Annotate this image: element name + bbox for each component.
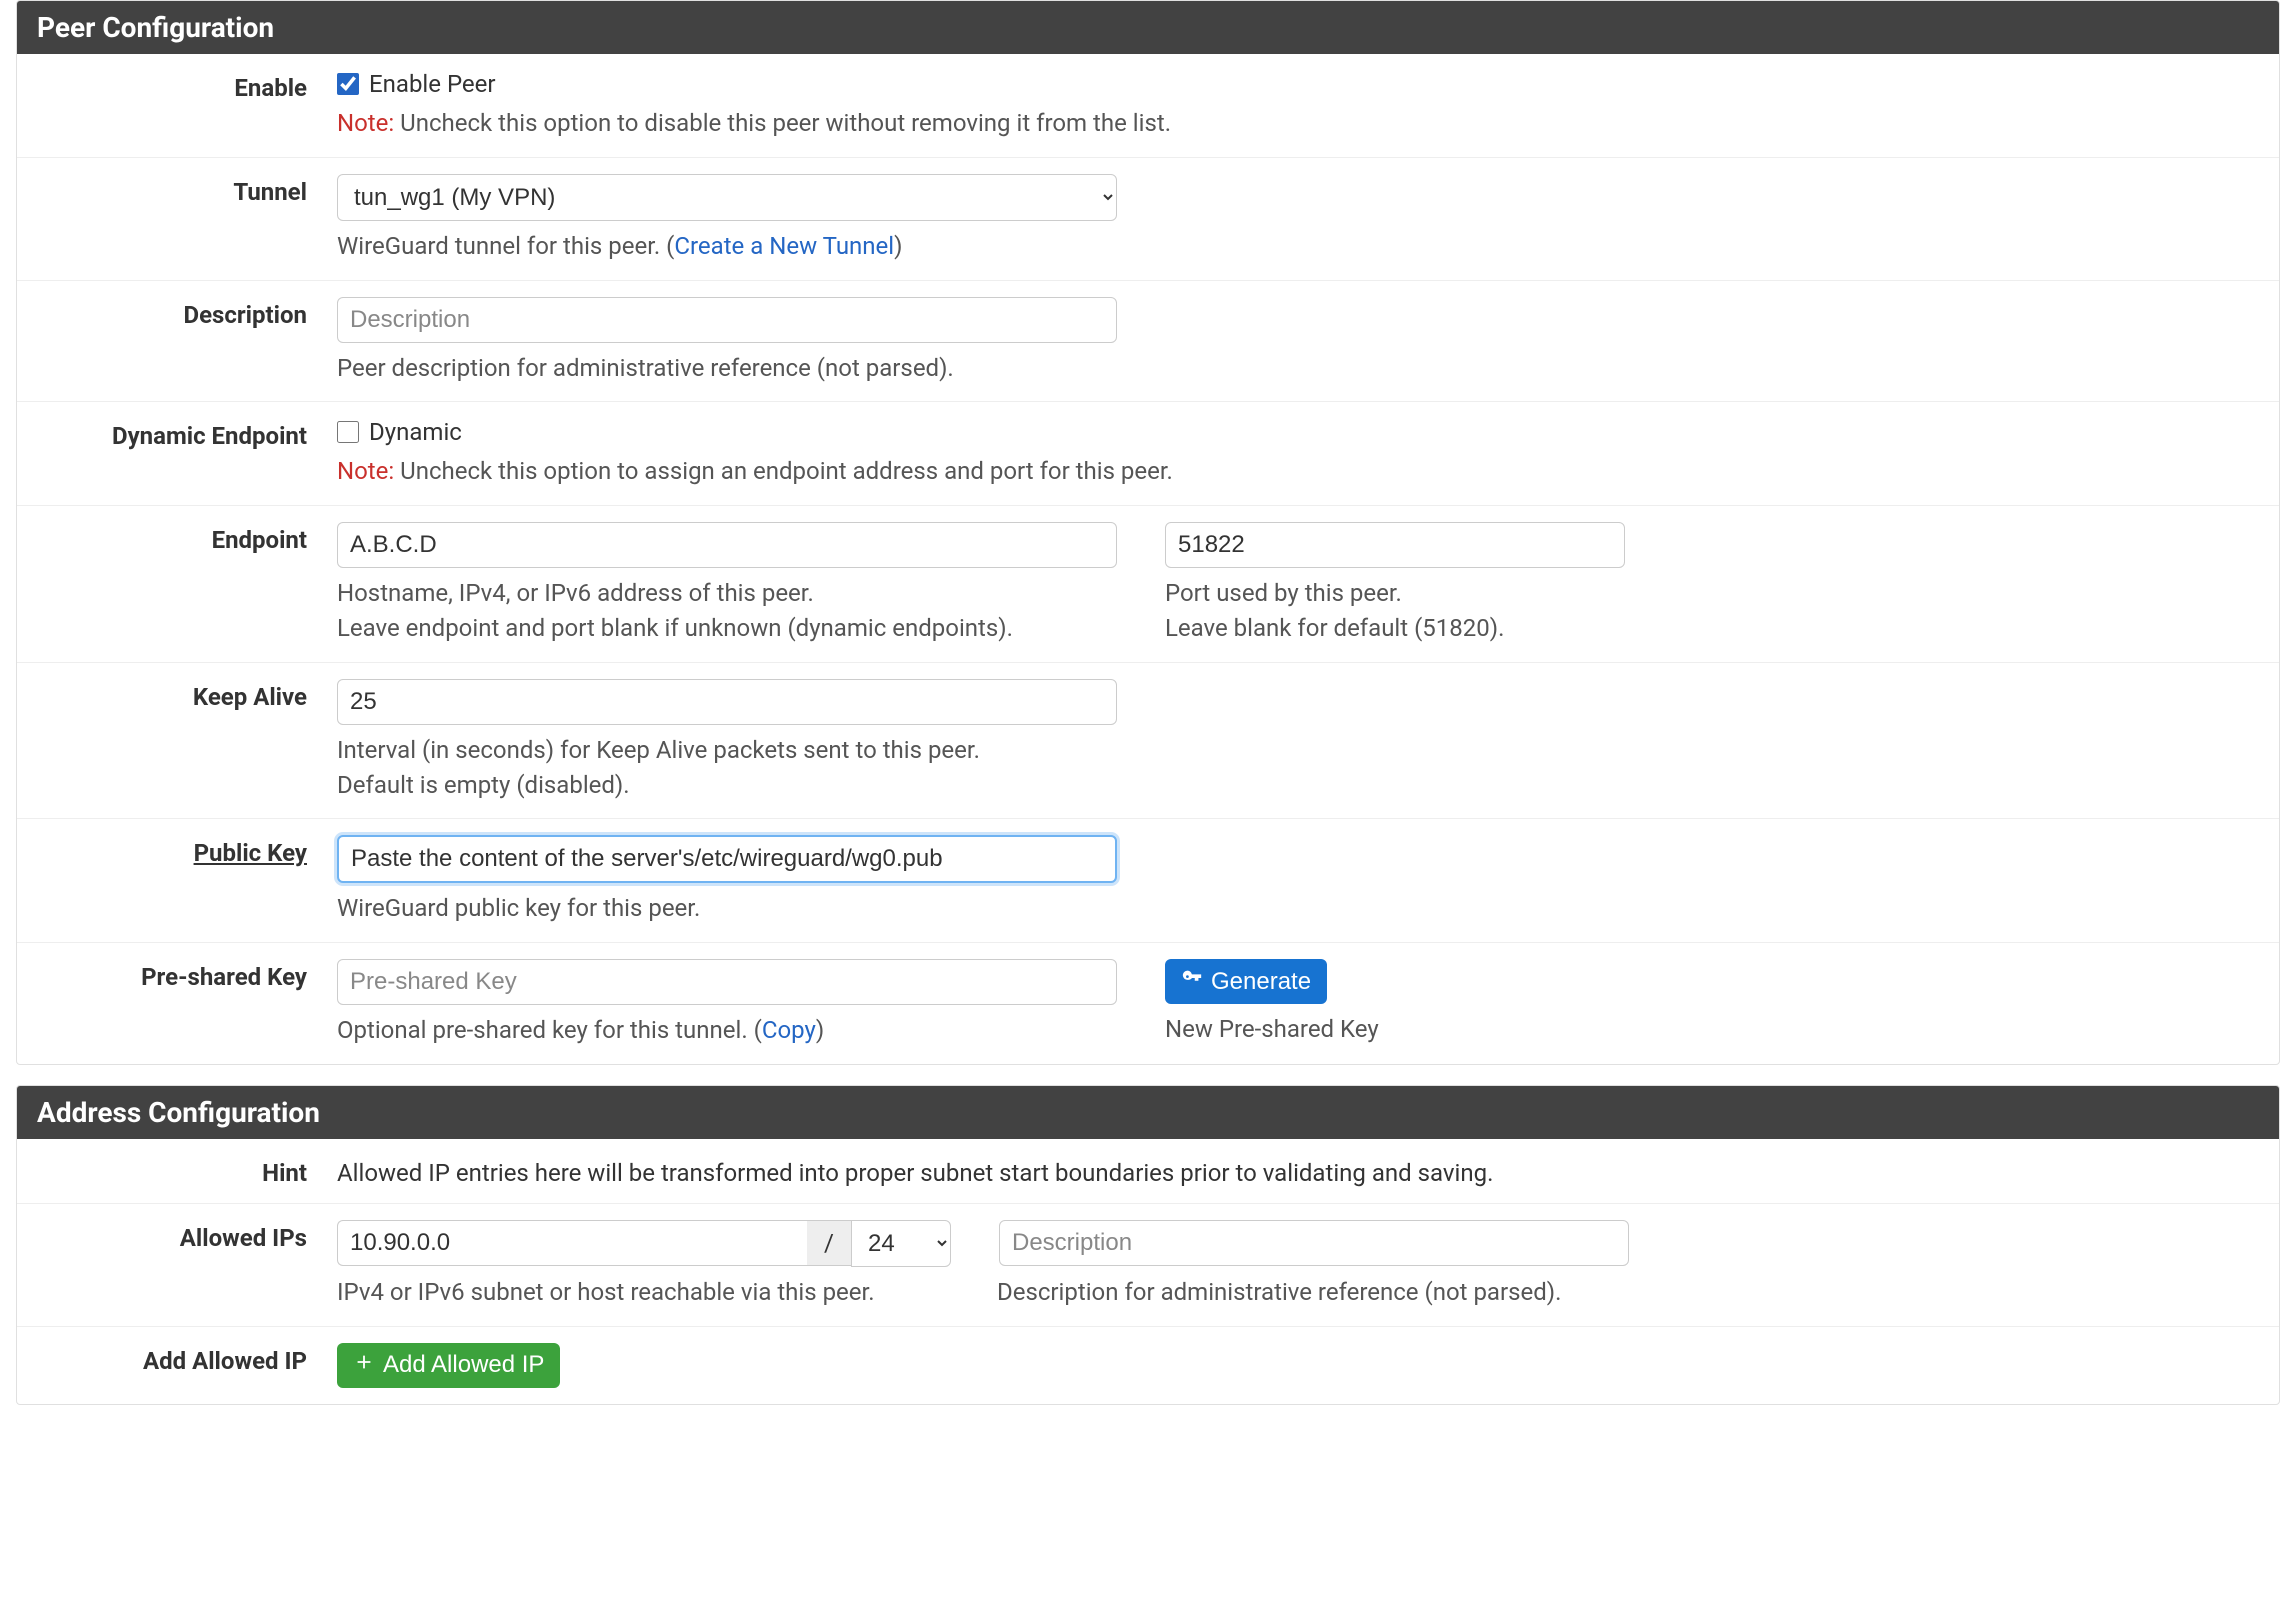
tunnel-help-prefix: WireGuard tunnel for this peer. ( — [337, 232, 674, 260]
row-add-allowed-ip: Add Allowed IP Add Allowed IP — [17, 1327, 2279, 1404]
generate-psk-button[interactable]: Generate — [1165, 959, 1327, 1004]
allowed-ip-slash: / — [807, 1220, 851, 1266]
label-endpoint: Endpoint — [17, 522, 337, 554]
row-allowed-ips: Allowed IPs / 24 IPv4 or IPv6 subnet or … — [17, 1204, 2279, 1327]
endpoint-port-help1: Port used by this peer. — [1165, 576, 2255, 611]
dynamic-checkbox-wrapper[interactable]: Dynamic — [337, 418, 2255, 446]
label-preshared-key: Pre-shared Key — [17, 959, 337, 991]
row-hint: Hint Allowed IP entries here will be tra… — [17, 1139, 2279, 1204]
label-enable: Enable — [17, 70, 337, 102]
keepalive-help1: Interval (in seconds) for Keep Alive pac… — [337, 733, 2255, 768]
add-allowed-ip-button[interactable]: Add Allowed IP — [337, 1343, 560, 1388]
tunnel-select[interactable]: tun_wg1 (My VPN) — [337, 174, 1117, 221]
enable-checkbox-label: Enable Peer — [369, 70, 496, 98]
label-description: Description — [17, 297, 337, 329]
endpoint-port-help2: Leave blank for default (51820). — [1165, 611, 2255, 646]
enable-checkbox[interactable] — [337, 73, 359, 95]
row-dynamic-endpoint: Dynamic Endpoint Dynamic Note: Uncheck t… — [17, 402, 2279, 506]
endpoint-addr-help2: Leave endpoint and port blank if unknown… — [337, 611, 1117, 646]
allowed-ip-address-input[interactable] — [337, 1220, 807, 1266]
psk-help-suffix: ) — [816, 1016, 824, 1044]
generate-psk-label: Generate — [1211, 968, 1311, 996]
keepalive-input[interactable] — [337, 679, 1117, 725]
description-help: Peer description for administrative refe… — [337, 351, 2255, 386]
allowed-ip-description-input[interactable] — [999, 1220, 1629, 1266]
dynamic-checkbox[interactable] — [337, 421, 359, 443]
label-allowed-ips: Allowed IPs — [17, 1220, 337, 1252]
dynamic-checkbox-label: Dynamic — [369, 418, 462, 446]
label-dynamic-endpoint: Dynamic Endpoint — [17, 418, 337, 450]
dynamic-note-text: Uncheck this option to assign an endpoin… — [394, 457, 1173, 485]
keepalive-help2: Default is empty (disabled). — [337, 768, 2255, 803]
plus-icon — [353, 1351, 375, 1380]
endpoint-port-input[interactable] — [1165, 522, 1625, 568]
generate-psk-help: New Pre-shared Key — [1165, 1012, 2255, 1047]
row-endpoint: Endpoint Hostname, IPv4, or IPv6 address… — [17, 506, 2279, 663]
label-public-key: Public Key — [17, 835, 337, 867]
allowed-ip-mask-select[interactable]: 24 — [851, 1220, 951, 1267]
peer-config-title: Peer Configuration — [17, 1, 2279, 54]
enable-checkbox-wrapper[interactable]: Enable Peer — [337, 70, 2255, 98]
endpoint-addr-help1: Hostname, IPv4, or IPv6 address of this … — [337, 576, 1117, 611]
preshared-key-input[interactable] — [337, 959, 1117, 1005]
row-keepalive: Keep Alive Interval (in seconds) for Kee… — [17, 663, 2279, 820]
allowed-ip-help-left: IPv4 or IPv6 subnet or host reachable vi… — [337, 1275, 997, 1310]
address-config-title: Address Configuration — [17, 1086, 2279, 1139]
label-keepalive: Keep Alive — [17, 679, 337, 711]
row-preshared-key: Pre-shared Key Optional pre-shared key f… — [17, 943, 2279, 1064]
add-allowed-ip-label: Add Allowed IP — [383, 1351, 544, 1379]
label-hint: Hint — [17, 1155, 337, 1187]
row-description: Description Peer description for adminis… — [17, 281, 2279, 403]
create-tunnel-link[interactable]: Create a New Tunnel — [674, 232, 894, 260]
allowed-ip-help-right: Description for administrative reference… — [997, 1275, 1561, 1310]
hint-text: Allowed IP entries here will be transfor… — [337, 1155, 2255, 1187]
row-public-key: Public Key WireGuard public key for this… — [17, 819, 2279, 943]
address-config-panel: Address Configuration Hint Allowed IP en… — [16, 1085, 2280, 1405]
peer-config-panel: Peer Configuration Enable Enable Peer No… — [16, 0, 2280, 1065]
public-key-help: WireGuard public key for this peer. — [337, 891, 2255, 926]
row-enable: Enable Enable Peer Note: Uncheck this op… — [17, 54, 2279, 158]
public-key-input[interactable] — [337, 835, 1117, 883]
tunnel-help-suffix: ) — [894, 232, 902, 260]
psk-help-prefix: Optional pre-shared key for this tunnel.… — [337, 1016, 762, 1044]
enable-note-text: Uncheck this option to disable this peer… — [394, 109, 1171, 137]
key-icon — [1181, 967, 1203, 996]
dynamic-note-label: Note: — [337, 457, 394, 485]
label-tunnel: Tunnel — [17, 174, 337, 206]
label-add-allowed-ip: Add Allowed IP — [17, 1343, 337, 1375]
row-tunnel: Tunnel tun_wg1 (My VPN) WireGuard tunnel… — [17, 158, 2279, 281]
description-input[interactable] — [337, 297, 1117, 343]
psk-copy-link[interactable]: Copy — [762, 1016, 816, 1044]
enable-note-label: Note: — [337, 109, 394, 137]
endpoint-address-input[interactable] — [337, 522, 1117, 568]
